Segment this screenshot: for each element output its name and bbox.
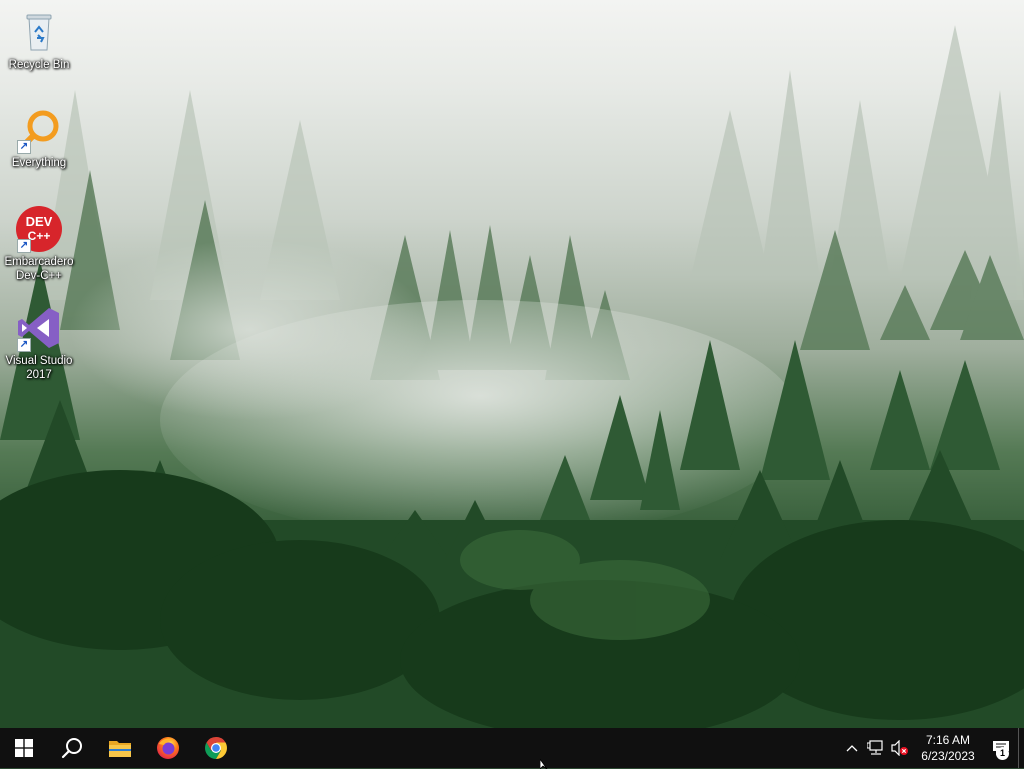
network-icon bbox=[867, 740, 883, 755]
show-hidden-icons-button[interactable] bbox=[840, 728, 864, 768]
folder-icon bbox=[109, 741, 131, 757]
shortcut-arrow-icon: ↗ bbox=[17, 140, 31, 154]
search-icon bbox=[61, 738, 82, 759]
show-desktop-button[interactable] bbox=[1018, 728, 1024, 768]
clock-date: 6/23/2023 bbox=[921, 749, 975, 763]
everything-search-icon: ↗ bbox=[15, 106, 63, 154]
desktop-icon-label: Visual Studio 2017 bbox=[5, 355, 73, 381]
recycle-bin-icon bbox=[15, 8, 63, 56]
network-button[interactable] bbox=[864, 728, 888, 768]
desktop-icon-label: Everything bbox=[11, 157, 67, 169]
desktop-icon-visual-studio[interactable]: ↗ Visual Studio 2017 bbox=[2, 304, 76, 382]
clock-time: 7:16 AM bbox=[925, 733, 971, 747]
action-center-button[interactable]: 1 bbox=[984, 728, 1018, 768]
devcpp-icon: DEV C++ ↗ bbox=[15, 205, 63, 253]
windows-logo-icon bbox=[15, 739, 33, 757]
notification-count-badge: 1 bbox=[996, 747, 1009, 760]
svg-text:DEV: DEV bbox=[26, 214, 53, 229]
desktop-icon-label: Embarcadero Dev-C++ bbox=[4, 256, 74, 282]
svg-text:C++: C++ bbox=[28, 229, 51, 243]
desktop-wallpaper bbox=[0, 0, 1024, 728]
firefox-button[interactable] bbox=[144, 728, 192, 768]
chevron-up-icon bbox=[846, 745, 858, 752]
chrome-button[interactable] bbox=[192, 728, 240, 768]
system-tray: 7:16 AM 6/23/2023 1 bbox=[840, 728, 1024, 768]
desktop-icon-devcpp[interactable]: DEV C++ ↗ Embarcadero Dev-C++ bbox=[2, 205, 76, 283]
taskbar: 7:16 AM 6/23/2023 1 bbox=[0, 728, 1024, 768]
search-button[interactable] bbox=[48, 728, 96, 768]
shortcut-arrow-icon: ↗ bbox=[17, 239, 31, 253]
file-explorer-button[interactable] bbox=[96, 728, 144, 768]
firefox-icon bbox=[157, 737, 179, 759]
shortcut-arrow-icon: ↗ bbox=[17, 338, 31, 352]
misty-forest-image bbox=[0, 25, 1024, 728]
desktop-icon-recycle-bin[interactable]: Recycle Bin bbox=[2, 8, 76, 72]
desktop-icon-everything[interactable]: ↗ Everything bbox=[2, 106, 76, 170]
chrome-icon bbox=[205, 737, 227, 759]
volume-button[interactable] bbox=[888, 728, 912, 768]
desktop-icon-label: Recycle Bin bbox=[8, 59, 70, 71]
volume-muted-icon bbox=[891, 740, 908, 756]
start-button[interactable] bbox=[0, 728, 48, 768]
visual-studio-icon: ↗ bbox=[15, 304, 63, 352]
clock[interactable]: 7:16 AM 6/23/2023 bbox=[912, 728, 984, 768]
